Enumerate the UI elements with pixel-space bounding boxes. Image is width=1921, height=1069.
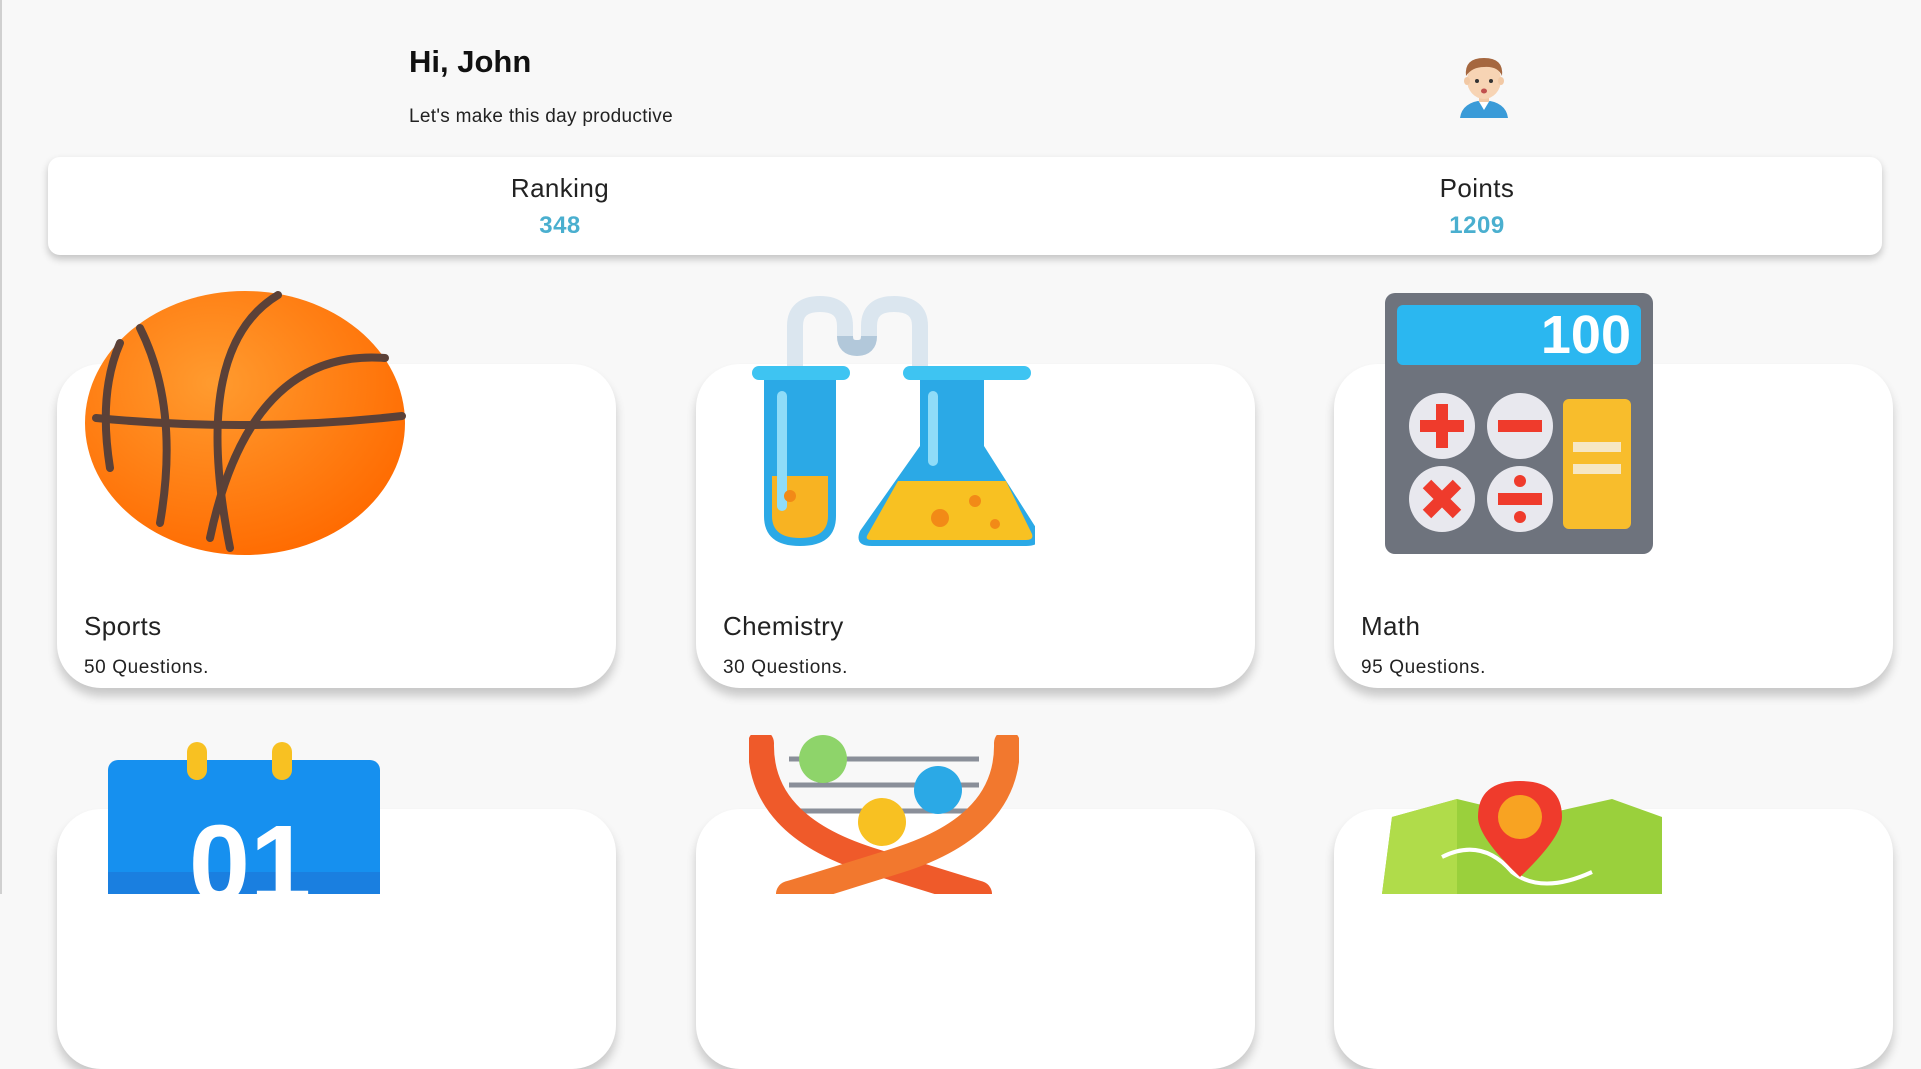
basketball-icon: [85, 291, 406, 555]
ranking-stat: Ranking 348: [410, 173, 710, 240]
category-count: 30 Questions.: [723, 657, 849, 678]
points-value: 1209: [1449, 212, 1505, 239]
map-pin-icon: [1382, 781, 1662, 894]
window-edge: [0, 0, 2, 894]
calculator-icon: 100: [1385, 293, 1653, 554]
stats-card: Ranking 348 Points 1209: [48, 157, 1882, 255]
ranking-value: 348: [539, 212, 581, 239]
flask-icon: [752, 296, 1035, 546]
category-name: Math: [1361, 611, 1421, 641]
greeting-subtitle: Let's make this day productive: [409, 106, 673, 127]
calendar-day: 01: [189, 803, 311, 894]
user-avatar-icon[interactable]: [1450, 50, 1518, 118]
category-count: 95 Questions.: [1361, 657, 1487, 678]
category-count: 50 Questions.: [84, 657, 210, 678]
category-name: Chemistry: [723, 611, 844, 641]
greeting-title: Hi, John: [409, 44, 532, 79]
dna-icon: [749, 735, 1019, 894]
category-name: Sports: [84, 611, 162, 641]
calendar-icon: 01: [108, 742, 380, 894]
points-stat: Points 1209: [1327, 173, 1627, 240]
ranking-label: Ranking: [510, 173, 610, 203]
points-label: Points: [1439, 173, 1515, 203]
calculator-display: 100: [1541, 305, 1631, 365]
